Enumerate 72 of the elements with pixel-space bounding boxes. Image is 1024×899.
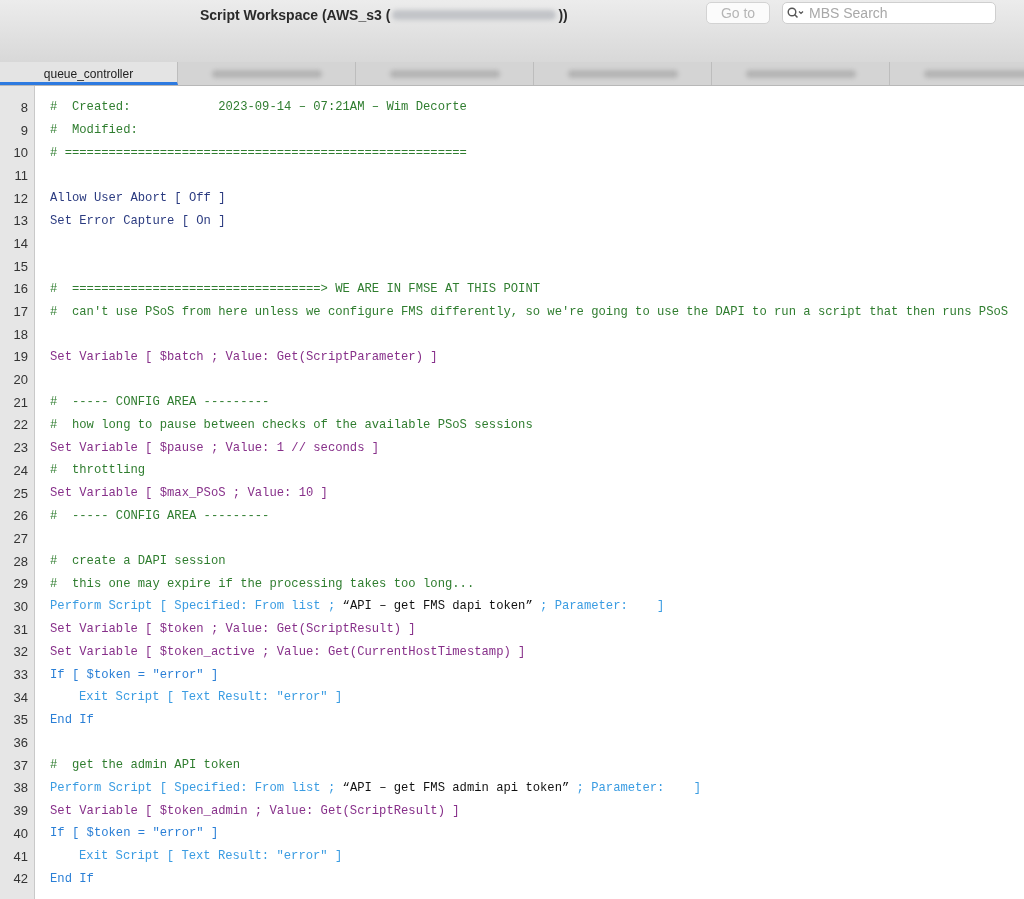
line-number: 18 bbox=[12, 326, 28, 342]
script-step[interactable]: Set Variable [ $token_active ; Value: Get(CurrentHostTimestamp) ] bbox=[50, 644, 526, 659]
line-number: 39 bbox=[12, 803, 28, 819]
script-step[interactable]: # this one may expire if the processing takes too long... bbox=[50, 576, 475, 591]
line-number: 29 bbox=[12, 576, 28, 592]
script-tab[interactable] bbox=[534, 62, 712, 85]
script-step[interactable]: # how long to pause between checks of the available PSoS sessions bbox=[50, 417, 533, 432]
script-step[interactable]: Perform Script [ Specified: From list ; “API – get FMS dapi token” ; Parameter: ] bbox=[50, 599, 665, 614]
line-number: 23 bbox=[12, 440, 28, 456]
line-number: 24 bbox=[12, 462, 28, 478]
script-tab[interactable]: queue_controller bbox=[0, 62, 178, 85]
line-number: 10 bbox=[12, 145, 28, 161]
line-number: 31 bbox=[12, 621, 28, 637]
script-step[interactable]: Set Variable [ $token_admin ; Value: Get(ScriptResult) ] bbox=[50, 803, 460, 818]
line-number: 15 bbox=[12, 258, 28, 274]
line-number: 14 bbox=[12, 235, 28, 251]
line-number: 34 bbox=[12, 689, 28, 705]
script-step[interactable]: # create a DAPI session bbox=[50, 554, 226, 569]
window-title-end: )) bbox=[558, 7, 568, 23]
script-tab[interactable] bbox=[890, 62, 1024, 85]
line-number: 26 bbox=[12, 508, 28, 524]
line-number: 17 bbox=[12, 304, 28, 320]
script-step[interactable]: # throttling bbox=[50, 463, 146, 478]
line-number: 25 bbox=[12, 485, 28, 501]
line-number: 30 bbox=[12, 598, 28, 614]
line-number: 40 bbox=[12, 825, 28, 841]
line-number: 28 bbox=[12, 553, 28, 569]
script-tab[interactable] bbox=[356, 62, 534, 85]
script-step[interactable]: Set Error Capture [ On ] bbox=[50, 213, 226, 228]
line-number: 32 bbox=[12, 644, 28, 660]
line-number: 42 bbox=[12, 871, 28, 887]
line-number: 38 bbox=[12, 780, 28, 796]
script-step[interactable]: End If bbox=[50, 871, 94, 886]
line-number: 35 bbox=[12, 712, 28, 728]
script-step[interactable]: Set Variable [ $pause ; Value: 1 // seconds ] bbox=[50, 440, 380, 455]
script-tab[interactable] bbox=[178, 62, 356, 85]
script-step[interactable]: # Modified: bbox=[50, 123, 138, 138]
line-number: 22 bbox=[12, 417, 28, 433]
line-number: 27 bbox=[12, 530, 28, 546]
line-number: 37 bbox=[12, 757, 28, 773]
script-step[interactable]: # can't use PSoS from here unless we configure FMS differently, so we're going to use the DAPI to run a script that then runs PSoS bbox=[50, 304, 1009, 319]
line-number: 41 bbox=[12, 848, 28, 864]
window-title: Script Workspace (AWS_s3 ( bbox=[200, 7, 391, 23]
script-tab[interactable] bbox=[712, 62, 890, 85]
line-number: 11 bbox=[13, 167, 28, 183]
script-step[interactable]: # get the admin API token bbox=[50, 758, 241, 773]
script-step[interactable]: Set Variable [ $max_PSoS ; Value: 10 ] bbox=[50, 486, 328, 501]
script-step[interactable]: Exit Script [ Text Result: "error" ] bbox=[79, 849, 343, 864]
line-number: 9 bbox=[19, 122, 28, 138]
line-number: 8 bbox=[19, 99, 28, 115]
script-step[interactable]: Exit Script [ Text Result: "error" ] bbox=[79, 690, 343, 705]
line-number: 13 bbox=[12, 213, 28, 229]
script-step[interactable]: # ----- CONFIG AREA --------- bbox=[50, 508, 270, 523]
script-step[interactable]: Perform Script [ Specified: From list ; “API – get FMS admin api token” ; Parameter: ] bbox=[50, 780, 701, 795]
line-number: 33 bbox=[12, 667, 28, 683]
line-number: 20 bbox=[12, 372, 28, 388]
script-step[interactable]: Set Variable [ $token ; Value: Get(ScriptResult) ] bbox=[50, 622, 416, 637]
search-field[interactable]: MBS Search bbox=[782, 2, 996, 24]
script-step[interactable]: End If bbox=[50, 712, 94, 727]
script-step[interactable]: If [ $token = "error" ] bbox=[50, 667, 219, 682]
line-number: 12 bbox=[12, 190, 28, 206]
script-step[interactable]: # ======================================================= bbox=[50, 145, 467, 160]
script-step[interactable]: # Created: 2023-09-14 – 07:21AM – Wim Decorte bbox=[50, 100, 467, 115]
script-step[interactable]: # ----- CONFIG AREA --------- bbox=[50, 395, 270, 410]
line-number: 21 bbox=[12, 394, 28, 410]
line-number: 16 bbox=[12, 281, 28, 297]
line-number: 36 bbox=[12, 735, 28, 751]
script-step[interactable]: Allow User Abort [ Off ] bbox=[50, 191, 226, 206]
script-step[interactable]: If [ $token = "error" ] bbox=[50, 826, 219, 841]
script-step[interactable]: # ==================================> WE ARE IN FMSE AT THIS POINT bbox=[50, 281, 541, 296]
line-number: 19 bbox=[12, 349, 28, 365]
script-step[interactable]: Set Variable [ $batch ; Value: Get(ScriptParameter) ] bbox=[50, 349, 438, 364]
